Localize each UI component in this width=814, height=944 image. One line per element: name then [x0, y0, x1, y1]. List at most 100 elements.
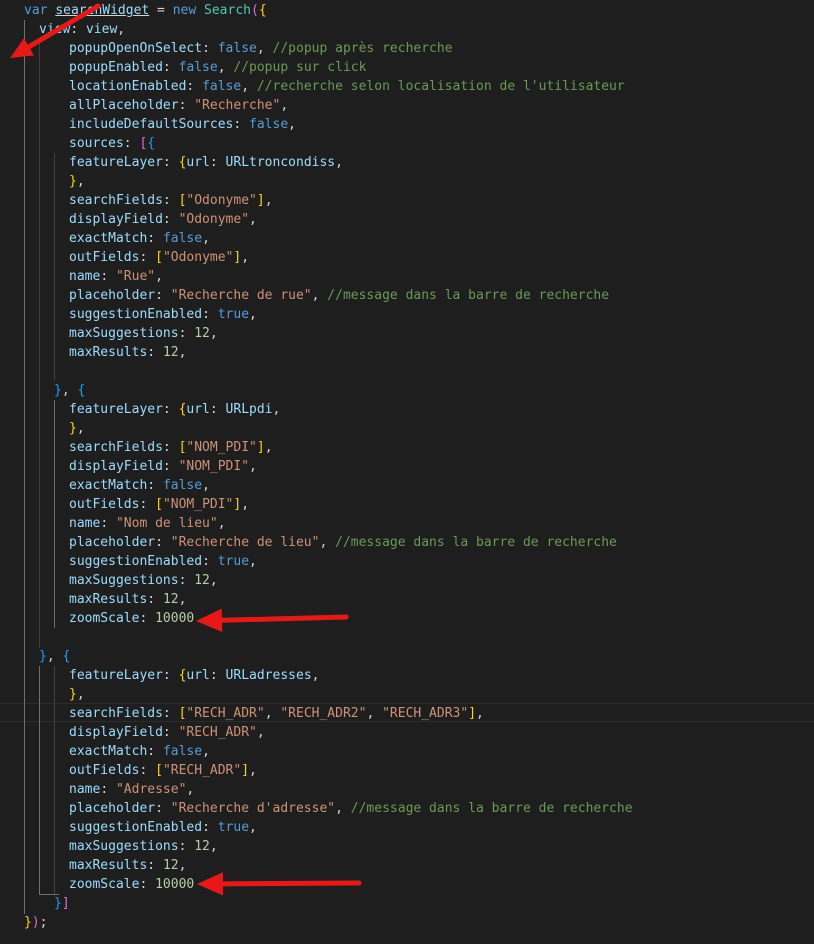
code-line[interactable]: displayField: "NOM_PDI", — [69, 457, 257, 476]
code-token: : — [202, 820, 218, 835]
code-token: ) — [31, 915, 40, 930]
code-line[interactable]: outFields: ["RECH_ADR"], — [69, 761, 257, 780]
code-line[interactable]: sources: [{ — [69, 134, 155, 153]
code-line[interactable]: outFields: ["NOM_PDI"], — [69, 495, 249, 514]
code-line[interactable]: maxResults: 12, — [69, 590, 186, 609]
code-token: , — [76, 174, 85, 189]
code-token: featureLayer — [69, 402, 163, 417]
code-token: maxResults — [69, 858, 148, 873]
code-line[interactable]: }); — [24, 913, 47, 932]
code-line[interactable]: featureLayer: {url: URLpdi, — [69, 400, 280, 419]
code-editor[interactable]: var searchWidget = new Search({view: vie… — [0, 0, 814, 944]
code-line[interactable]: displayField: "RECH_ADR", — [69, 723, 265, 742]
code-token: , — [61, 383, 78, 398]
code-line[interactable]: popupEnabled: false, //popup sur click — [69, 58, 366, 77]
code-token: 12 — [162, 592, 179, 607]
code-token: exactMatch — [69, 478, 148, 493]
code-token: : — [155, 535, 171, 550]
code-line[interactable]: featureLayer: {url: URLtroncondiss, — [69, 153, 343, 172]
code-line[interactable]: exactMatch: false, — [69, 476, 210, 495]
indent-guide — [54, 666, 55, 894]
code-line[interactable]: placeholder: "Recherche de rue", //messa… — [69, 286, 609, 305]
code-token: , — [178, 858, 187, 873]
code-token: sources — [69, 136, 124, 151]
code-token: outFields — [69, 250, 140, 265]
code-token: ] — [256, 193, 265, 208]
code-line[interactable]: name: "Adresse", — [69, 780, 194, 799]
code-token: , — [311, 288, 328, 303]
code-line[interactable]: maxSuggestions: 12, — [69, 571, 218, 590]
code-token: name — [69, 516, 101, 531]
code-token: featureLayer — [69, 155, 163, 170]
code-token: "Recherche de lieu" — [170, 535, 320, 550]
code-line[interactable]: maxResults: 12, — [69, 856, 186, 875]
code-line[interactable]: suggestionEnabled: true, — [69, 818, 257, 837]
code-line[interactable]: displayField: "Odonyme", — [69, 210, 257, 229]
code-line[interactable]: name: "Nom de lieu", — [69, 514, 226, 533]
code-token: URLadresses — [225, 668, 312, 683]
code-line[interactable]: }, — [69, 419, 85, 438]
code-token: : — [162, 193, 179, 208]
code-line[interactable]: }, — [69, 685, 85, 704]
code-line[interactable]: maxResults: 12, — [69, 343, 186, 362]
code-token: : — [162, 155, 179, 170]
code-token: [ — [155, 763, 163, 778]
code-token: : — [162, 440, 179, 455]
code-token: searchFields — [69, 440, 163, 455]
code-token: maxSuggestions — [69, 326, 179, 341]
code-token: 12 — [194, 326, 210, 341]
code-token: : — [147, 231, 163, 246]
code-line[interactable]: placeholder: "Recherche de lieu", //mess… — [69, 533, 617, 552]
code-line[interactable]: popupOpenOnSelect: false, //popup après … — [69, 39, 453, 58]
code-line[interactable]: suggestionEnabled: true, — [69, 305, 257, 324]
code-token: , — [288, 117, 296, 132]
code-line[interactable]: maxSuggestions: 12, — [69, 837, 218, 856]
code-token: maxSuggestions — [69, 839, 179, 854]
code-token: : — [100, 516, 116, 531]
code-token: : — [139, 611, 156, 626]
code-line[interactable]: featureLayer: {url: URLadresses, — [69, 666, 319, 685]
code-line[interactable]: }] — [54, 894, 70, 913]
code-token: placeholder — [69, 535, 156, 550]
code-line[interactable]: allPlaceholder: "Recherche", — [69, 96, 288, 115]
code-line[interactable]: zoomScale: 10000 — [69, 875, 194, 894]
code-token: , — [209, 326, 218, 341]
code-token: "Odonyme" — [162, 250, 234, 265]
code-line[interactable]: zoomScale: 10000 — [69, 609, 194, 628]
code-line[interactable]: }, { — [39, 647, 70, 666]
code-token: url — [186, 155, 210, 170]
code-token: Search — [204, 3, 251, 18]
code-line[interactable]: var searchWidget = new Search({ — [24, 1, 267, 20]
code-line[interactable]: exactMatch: false, — [69, 229, 210, 248]
code-line[interactable]: }, { — [54, 381, 85, 400]
code-token: [ — [155, 497, 163, 512]
code-token: 12 — [194, 573, 210, 588]
code-line[interactable]: searchFields: ["NOM_PDI"], — [69, 438, 273, 457]
code-token: : — [139, 250, 156, 265]
code-line[interactable]: searchFields: ["Odonyme"], — [69, 191, 273, 210]
code-line[interactable]: view: view, — [39, 20, 125, 39]
code-line[interactable]: placeholder: "Recherche d'adresse", //me… — [69, 799, 633, 818]
code-line[interactable]: includeDefaultSources: false, — [69, 115, 296, 134]
code-token: : — [147, 858, 163, 873]
code-token: , — [264, 440, 273, 455]
code-token: zoomScale — [69, 611, 140, 626]
code-token: } — [69, 174, 77, 189]
code-line[interactable]: searchFields: ["RECH_ADR", "RECH_ADR2", … — [69, 704, 484, 723]
code-line[interactable]: locationEnabled: false, //recherche selo… — [69, 77, 625, 96]
code-line[interactable]: name: "Rue", — [69, 267, 163, 286]
code-line[interactable]: maxSuggestions: 12, — [69, 324, 218, 343]
code-token: : — [162, 706, 179, 721]
code-token: : — [178, 839, 195, 854]
code-token: : — [139, 763, 156, 778]
arrow-to-zoomScale-1 — [196, 608, 349, 633]
code-token: "Odonyme" — [186, 193, 257, 208]
code-line[interactable]: exactMatch: false, — [69, 742, 210, 761]
code-token: searchWidget — [55, 3, 150, 18]
code-token: "Recherche de rue" — [170, 288, 312, 303]
code-line[interactable]: suggestionEnabled: true, — [69, 552, 257, 571]
code-line[interactable]: }, — [69, 172, 85, 191]
code-token: , — [178, 592, 187, 607]
code-token: } — [69, 421, 77, 436]
code-line[interactable]: outFields: ["Odonyme"], — [69, 248, 249, 267]
